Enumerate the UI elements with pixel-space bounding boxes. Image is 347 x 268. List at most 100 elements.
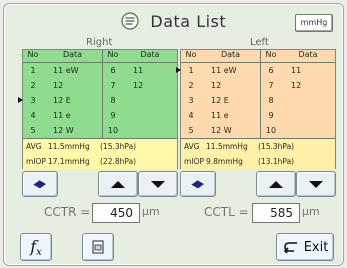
row-data: 12	[291, 81, 302, 90]
iop-hpa: (13.1hPa)	[258, 157, 295, 166]
row-no-text: 1	[188, 66, 194, 75]
right-eraser-button[interactable]	[22, 171, 58, 197]
eraser-icon	[190, 179, 206, 190]
table-row[interactable]: 9	[261, 108, 335, 123]
row-data: 11	[291, 66, 302, 75]
exit-button[interactable]: Exit	[276, 233, 334, 261]
row-data	[123, 93, 177, 108]
row-no: 2	[30, 81, 36, 90]
left-eraser-button[interactable]	[180, 171, 216, 197]
header-no: No	[185, 50, 197, 59]
header-no: No	[107, 50, 119, 59]
table-row[interactable]: 5 12 W	[23, 123, 102, 138]
right-eye-column-2: No Data 6 11 7 12 8 9 10	[103, 50, 177, 138]
avg-row: AVG 11.5mmHg (15.3hPa)	[181, 139, 335, 154]
cct-left-label: CCTL =	[204, 205, 249, 219]
iop-row: mIOP 9.8mmHg (13.1hPa)	[181, 154, 335, 169]
cct-right: CCTR = 450 μm	[44, 203, 160, 223]
row-data	[281, 108, 335, 123]
cct-left-unit: μm	[302, 205, 320, 218]
table-row[interactable]: 8	[261, 93, 335, 108]
row-data: 11 e	[211, 111, 229, 120]
header-data: Data	[140, 50, 160, 59]
table-row[interactable]: 10	[103, 123, 177, 138]
row-no: 7	[268, 81, 274, 90]
left-eye-header-1: No Data	[181, 50, 260, 63]
row-data: 11 eW	[53, 66, 79, 75]
row-no: 1	[176, 63, 201, 78]
fx-icon: fx	[30, 236, 42, 258]
cct-right-label: CCTR =	[44, 205, 91, 219]
window-title: Data List	[4, 12, 343, 31]
row-no: 9	[268, 111, 274, 120]
table-row[interactable]: 9	[103, 108, 177, 123]
row-no: 4	[188, 111, 194, 120]
table-row[interactable]: 1 11 eW	[23, 63, 102, 78]
row-data: 12 E	[211, 96, 229, 105]
left-eye-table: No Data 1 11 eW 2 12 3 12 E 4 11 e 5 12 …	[176, 50, 335, 138]
iop-value: 17.1mmHg	[48, 157, 90, 166]
row-data	[123, 108, 177, 123]
row-data: 11	[133, 66, 144, 75]
print-button[interactable]	[82, 233, 114, 261]
header-data: Data	[220, 50, 241, 59]
cct-left-input[interactable]: 585	[252, 203, 300, 223]
right-eye-data-panel: No Data 1 11 eW 2 12 3 12 E 4 11 e 5 12 …	[18, 49, 178, 169]
row-no: 5	[188, 126, 194, 135]
row-data	[123, 123, 177, 138]
document-icon	[92, 240, 104, 254]
row-data	[281, 93, 335, 108]
table-row[interactable]: 4 11 e	[181, 108, 260, 123]
function-button[interactable]: fx	[20, 233, 52, 261]
iop-hpa: (22.8hPa)	[100, 157, 137, 166]
left-scroll-up-button[interactable]	[256, 171, 296, 197]
left-eye-column-2: No Data 6 11 7 12 8 9 10	[261, 50, 335, 138]
left-eye-column-1: No Data 1 11 eW 2 12 3 12 E 4 11 e 5 12 …	[176, 50, 261, 138]
avg-row: AVG 11.5mmHg (15.3hPa)	[23, 139, 177, 154]
row-data	[281, 123, 335, 138]
left-eye-data-panel: No Data 1 11 eW 2 12 3 12 E 4 11 e 5 12 …	[176, 49, 336, 169]
avg-hpa: (15.3hPa)	[100, 142, 137, 151]
header-data: Data	[298, 50, 318, 59]
row-data: 12	[53, 81, 64, 90]
table-row[interactable]: 7 12	[103, 78, 177, 93]
down-arrow-icon	[151, 180, 165, 188]
table-row[interactable]: 6 11	[103, 63, 177, 78]
up-arrow-icon	[111, 180, 125, 188]
row-data: 12 W	[53, 126, 74, 135]
avg-value: 11.5mmHg	[48, 142, 90, 151]
left-eye-summary: AVG 11.5mmHg (15.3hPa) mIOP 9.8mmHg (13.…	[181, 138, 335, 169]
table-row[interactable]: 3 12 E	[181, 93, 260, 108]
table-row[interactable]: 5 12 W	[181, 123, 260, 138]
header-no: No	[265, 50, 277, 59]
row-no: 2	[188, 81, 194, 90]
table-row[interactable]: 7 12	[261, 78, 335, 93]
row-data: 12	[211, 81, 222, 90]
left-scroll-down-button[interactable]	[296, 171, 336, 197]
row-no: 3	[188, 96, 194, 105]
table-row[interactable]: 8	[103, 93, 177, 108]
header-data: Data	[62, 50, 83, 59]
table-row[interactable]: 10	[261, 123, 335, 138]
right-eye-summary: AVG 11.5mmHg (15.3hPa) mIOP 17.1mmHg (22…	[23, 138, 177, 169]
table-row[interactable]: 4 11 e	[23, 108, 102, 123]
left-eye-header-2: No Data	[261, 50, 335, 63]
unit-toggle-button[interactable]: mmHg	[295, 14, 333, 32]
right-scroll-up-button[interactable]	[98, 171, 138, 197]
right-scroll-down-button[interactable]	[138, 171, 178, 197]
table-row[interactable]: 2 12	[23, 78, 102, 93]
table-row[interactable]: 2 12	[181, 78, 260, 93]
iop-row: mIOP 17.1mmHg (22.8hPa)	[23, 154, 177, 169]
return-arrow-icon	[283, 242, 297, 253]
table-row-selected[interactable]: 3 12 E	[18, 93, 102, 108]
avg-label: AVG	[184, 142, 200, 151]
table-row[interactable]: 6 11	[261, 63, 335, 78]
row-data: 12 W	[211, 126, 232, 135]
table-row-selected[interactable]: 1 11 eW	[176, 63, 260, 78]
header-no: No	[27, 50, 39, 59]
exit-label: Exit	[303, 239, 329, 255]
row-data: 11 eW	[211, 66, 237, 75]
row-data: 12 E	[53, 96, 71, 105]
row-no: 5	[30, 126, 36, 135]
cct-right-input[interactable]: 450	[92, 203, 140, 223]
